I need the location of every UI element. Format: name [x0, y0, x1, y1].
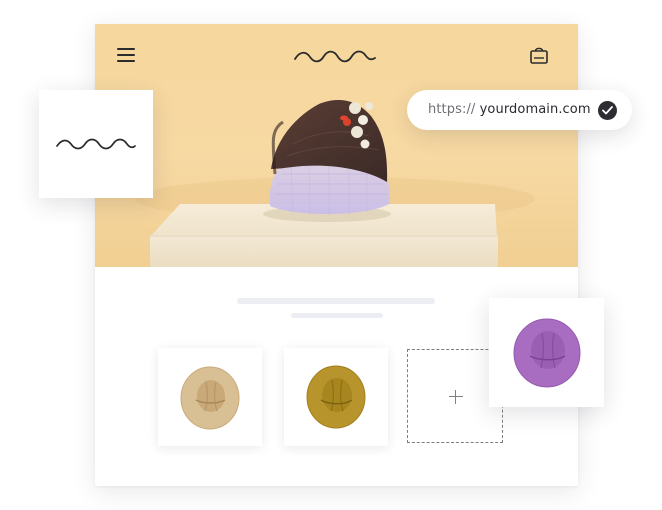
purple-hat-image — [513, 318, 581, 388]
hamburger-menu-icon[interactable] — [117, 48, 135, 62]
subtitle-placeholder — [291, 313, 383, 318]
tan-hat-image — [180, 366, 240, 430]
domain-url: https:// yourdomain.com — [428, 102, 591, 118]
wave-logo-icon — [56, 138, 136, 150]
product-thumbnail-mustard-hat[interactable] — [284, 348, 388, 446]
plus-icon — [449, 390, 463, 404]
domain-address-bar[interactable]: https:// yourdomain.com — [407, 90, 632, 130]
verified-check-icon — [598, 101, 617, 120]
store-header — [95, 24, 578, 84]
storefront-illustration: https:// yourdomain.com — [0, 0, 662, 510]
product-thumbnail-tan-hat[interactable] — [158, 348, 262, 446]
logo-preview-card[interactable] — [39, 90, 153, 198]
featured-product-purple-hat[interactable] — [489, 298, 604, 407]
mustard-hat-image — [306, 365, 366, 429]
wave-logo-icon[interactable] — [294, 48, 376, 64]
shopping-bag-icon[interactable] — [529, 45, 549, 65]
title-placeholder — [237, 298, 435, 304]
hero-banner — [95, 24, 578, 267]
domain-name: yourdomain.com — [479, 102, 591, 117]
domain-protocol: https:// — [428, 102, 476, 117]
